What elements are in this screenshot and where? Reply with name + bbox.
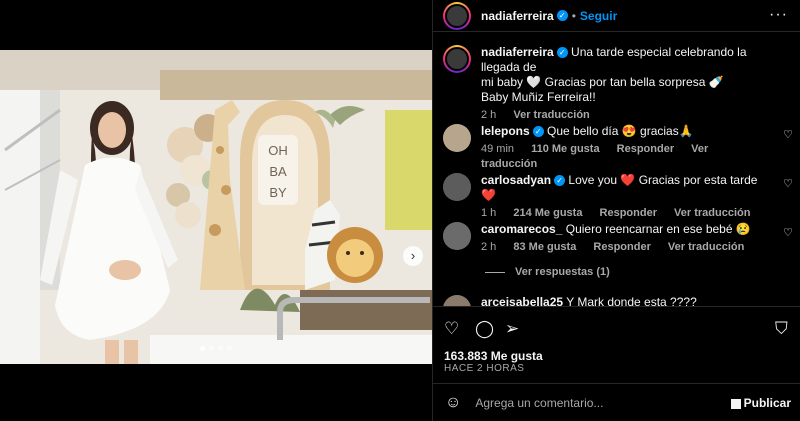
likes-count[interactable]: 163.883 Me gusta	[444, 349, 543, 363]
comment-text: Y Mark donde esta ????	[566, 295, 697, 306]
verified-icon: ✓	[556, 10, 568, 21]
reply-button[interactable]: Responder	[600, 207, 657, 219]
caption-text-line2: mi baby 🤍 Gracias por tan bella sorpresa…	[481, 75, 724, 89]
comment-time: 1 h	[481, 207, 497, 219]
verified-icon: ✓	[532, 126, 544, 138]
caption-text-line3: Baby Muñiz Ferreira!!	[481, 90, 596, 104]
commenter-avatar[interactable]	[443, 295, 471, 306]
comment-likes[interactable]: 214 Me gusta	[513, 207, 582, 219]
comment-input[interactable]	[475, 395, 706, 410]
follow-button[interactable]: Seguir	[580, 9, 617, 23]
post-detail-panel: nadiaferreira ✓ • Seguir ··· nadiaferrei…	[432, 0, 800, 421]
commenter-avatar[interactable]	[443, 124, 471, 152]
reply-button[interactable]: Responder	[617, 143, 674, 155]
reply-button[interactable]: Responder	[593, 241, 650, 253]
comment-like-heart-icon[interactable]: ♡	[783, 128, 793, 141]
post-media-panel: OH BA BY ›	[0, 0, 432, 421]
post-photo[interactable]: OH BA BY ›	[0, 50, 432, 364]
post-timestamp: HACE 2 HORAS	[444, 363, 525, 374]
share-icon[interactable]: ➢	[505, 319, 519, 339]
comment-likes[interactable]: 110 Me gusta	[531, 143, 599, 155]
comment-text: Quiero reencarnar en ese bebé 😢	[565, 222, 751, 236]
author-avatar[interactable]	[443, 1, 471, 30]
post-header: nadiaferreira ✓ • Seguir ···	[433, 0, 800, 32]
publish-button[interactable]: Publicar	[730, 396, 791, 410]
comment-like-heart-icon[interactable]: ♡	[783, 177, 793, 190]
svg-text:BA: BA	[269, 164, 287, 179]
verified-icon: ✓	[556, 47, 568, 59]
next-arrow-icon[interactable]: ›	[403, 246, 423, 266]
see-translation-link[interactable]: Ver traducción	[513, 109, 589, 121]
comment-like-heart-icon[interactable]: ♡	[783, 226, 793, 239]
caption-username[interactable]: nadiaferreira	[481, 45, 554, 59]
commenter-username[interactable]: caromarecos_	[481, 222, 562, 236]
sign-text: OH	[268, 143, 288, 158]
see-translation-link[interactable]: Ver traducción	[668, 241, 744, 253]
comment-time: 2 h	[481, 241, 497, 253]
commenter-username[interactable]: carlosadyan	[481, 173, 551, 187]
comment-likes[interactable]: 83 Me gusta	[513, 241, 576, 253]
author-avatar[interactable]	[443, 45, 471, 73]
commenter-avatar[interactable]	[443, 222, 471, 250]
carousel-dots	[0, 338, 432, 356]
commenter-avatar[interactable]	[443, 173, 471, 201]
see-translation-link[interactable]: Ver traducción	[674, 207, 750, 219]
svg-text:BY: BY	[269, 185, 287, 200]
view-replies-link[interactable]: Ver respuestas (1)	[485, 266, 610, 278]
comment-time: 49 min	[481, 143, 515, 155]
comment-composer: ☺ Publicar	[433, 383, 800, 421]
more-options-icon[interactable]: ···	[769, 6, 788, 24]
verified-icon: ✓	[554, 175, 566, 187]
author-username[interactable]: nadiaferreira	[481, 9, 554, 23]
commenter-username[interactable]: lelepons	[481, 124, 530, 138]
comment-text: Que bello día 😍 gracias🙏	[547, 124, 694, 138]
caption-time: 2 h	[481, 109, 497, 121]
commenter-username[interactable]: arceisabella25	[481, 295, 563, 306]
comment-icon[interactable]: ◯	[475, 319, 494, 339]
heart-icon[interactable]: ♡	[444, 319, 459, 339]
post-photo-illustration: OH BA BY	[0, 50, 432, 364]
bookmark-icon[interactable]: ⛉	[775, 319, 788, 339]
comments-list[interactable]: nadiaferreira ✓ Una tarde especial celebr…	[433, 33, 800, 306]
emoji-icon[interactable]: ☺	[445, 394, 461, 412]
